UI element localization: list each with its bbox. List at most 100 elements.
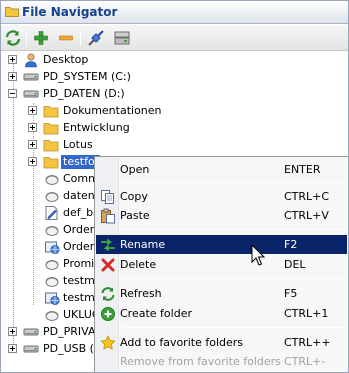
folder-icon [43, 120, 59, 136]
menu-item-shortcut: F5 [284, 287, 298, 300]
tree-item-entwicklung[interactable]: Entwicklung [1, 120, 348, 137]
database-file-icon [44, 307, 60, 323]
menu-item-shortcut: CTRL+1 [284, 307, 329, 320]
database-file-icon [44, 256, 60, 272]
tree-item-label: PD_DATEN (D:) [43, 87, 125, 100]
menu-item-shortcut: CTRL+V [284, 209, 329, 222]
menu-item-create-folder[interactable]: Create folder CTRL+1 [96, 304, 347, 323]
expand-toggle[interactable] [8, 344, 17, 353]
collapse-toggle[interactable] [8, 89, 17, 98]
expand-toggle[interactable] [28, 106, 37, 115]
refresh-button[interactable] [4, 29, 22, 47]
menu-separator [122, 182, 346, 183]
remove-button[interactable] [57, 29, 75, 47]
refresh-icon [100, 286, 116, 302]
tree-item-dokumentationen[interactable]: Dokumentationen [1, 103, 348, 120]
remove-icon [59, 35, 73, 41]
tree-item-label: Order [63, 240, 95, 253]
expand-toggle[interactable] [28, 157, 37, 166]
menu-item-shortcut: ENTER [284, 163, 321, 176]
tree-item-pd-system[interactable]: PD_SYSTEM (C:) [1, 69, 348, 86]
menu-item-shortcut: DEL [284, 258, 306, 271]
menu-item-label: Paste [120, 209, 150, 222]
tree-item-label: Lotus [63, 138, 93, 151]
title-bar: File Navigator [1, 1, 348, 24]
star-icon [100, 335, 116, 351]
menu-item-label: Open [120, 163, 150, 176]
toolbar-separator [80, 30, 81, 46]
tree-item-desktop[interactable]: Desktop [1, 52, 348, 69]
menu-item-label: Remove from favorite folders [120, 355, 281, 368]
toolbar-separator [26, 30, 27, 46]
menu-item-delete[interactable]: Delete DEL [96, 255, 347, 274]
menu-item-paste[interactable]: Paste CTRL+V [96, 206, 347, 225]
connect-button[interactable] [87, 29, 105, 47]
drive-icon [23, 341, 39, 357]
document-edit-icon [44, 205, 60, 221]
refresh-icon [5, 30, 21, 46]
web-database-icon [44, 239, 60, 255]
menu-item-label: Copy [120, 190, 148, 203]
menu-separator [122, 229, 346, 230]
expand-toggle[interactable] [28, 123, 37, 132]
drive-properties-icon [114, 31, 130, 45]
drive-icon [23, 86, 39, 102]
menu-separator [122, 327, 346, 328]
create-folder-icon [100, 306, 116, 322]
menu-item-shortcut: CTRL++ [284, 336, 331, 349]
window-title: File Navigator [22, 5, 118, 19]
database-file-icon [44, 222, 60, 238]
web-database-icon [44, 290, 60, 306]
context-menu: Open ENTER Copy CTRL+C Paste CTRL+V Rena… [94, 156, 348, 372]
menu-item-add-favorite[interactable]: Add to favorite folders CTRL++ [96, 333, 347, 352]
tree-item-lotus[interactable]: Lotus [1, 137, 348, 154]
add-button[interactable] [32, 29, 50, 47]
file-navigator-window: File Navigator Desktop PD_SYSTEM (C:) PD… [0, 0, 349, 373]
database-file-icon [44, 188, 60, 204]
tree-item-label: Desktop [43, 53, 89, 66]
delete-icon [100, 257, 116, 273]
tree-item-label: Dokumentationen [63, 104, 162, 117]
tree-item-label: daten. [63, 189, 99, 202]
expand-toggle[interactable] [28, 140, 37, 149]
menu-item-label: Delete [120, 258, 157, 271]
drive-icon [23, 69, 39, 85]
expand-toggle[interactable] [8, 55, 17, 64]
menu-item-open[interactable]: Open ENTER [96, 160, 347, 179]
folder-icon [43, 154, 59, 170]
menu-item-copy[interactable]: Copy CTRL+C [96, 187, 347, 206]
database-file-icon [44, 171, 60, 187]
menu-item-label: Add to favorite folders [120, 336, 244, 349]
mouse-cursor-icon [251, 243, 266, 266]
folder-icon [43, 137, 59, 153]
tree-item-label: PD_SYSTEM (C:) [43, 70, 131, 83]
expand-toggle[interactable] [8, 327, 17, 336]
folder-icon [5, 6, 19, 17]
copy-icon [100, 189, 116, 205]
menu-item-shortcut: F2 [284, 238, 298, 251]
add-icon [34, 31, 48, 45]
menu-item-shortcut: CTRL+C [284, 190, 330, 203]
connect-icon [88, 30, 104, 46]
menu-separator [122, 278, 346, 279]
menu-item-rename[interactable]: Rename F2 [96, 235, 347, 254]
tree-item-label: Entwicklung [63, 121, 130, 134]
menu-item-label: Rename [120, 238, 166, 251]
tree-item-label: PD_PRIVAT [43, 325, 102, 338]
paste-icon [100, 208, 116, 224]
menu-item-shortcut: CTRL+- [284, 355, 326, 368]
desktop-user-icon [23, 52, 39, 68]
menu-item-remove-favorite[interactable]: Remove from favorite folders CTRL+- [96, 352, 347, 371]
menu-item-label: Create folder [120, 307, 192, 320]
drive-properties-button[interactable] [113, 29, 131, 47]
expand-toggle[interactable] [8, 72, 17, 81]
folder-icon [43, 103, 59, 119]
tree-item-pd-daten[interactable]: PD_DATEN (D:) [1, 86, 348, 103]
tree-item-label: PD_USB (K [43, 342, 102, 355]
toolbar [1, 25, 348, 51]
database-file-icon [44, 273, 60, 289]
menu-item-refresh[interactable]: Refresh F5 [96, 284, 347, 303]
menu-item-label: Refresh [120, 287, 162, 300]
drive-icon [23, 324, 39, 340]
rename-icon [100, 237, 116, 253]
